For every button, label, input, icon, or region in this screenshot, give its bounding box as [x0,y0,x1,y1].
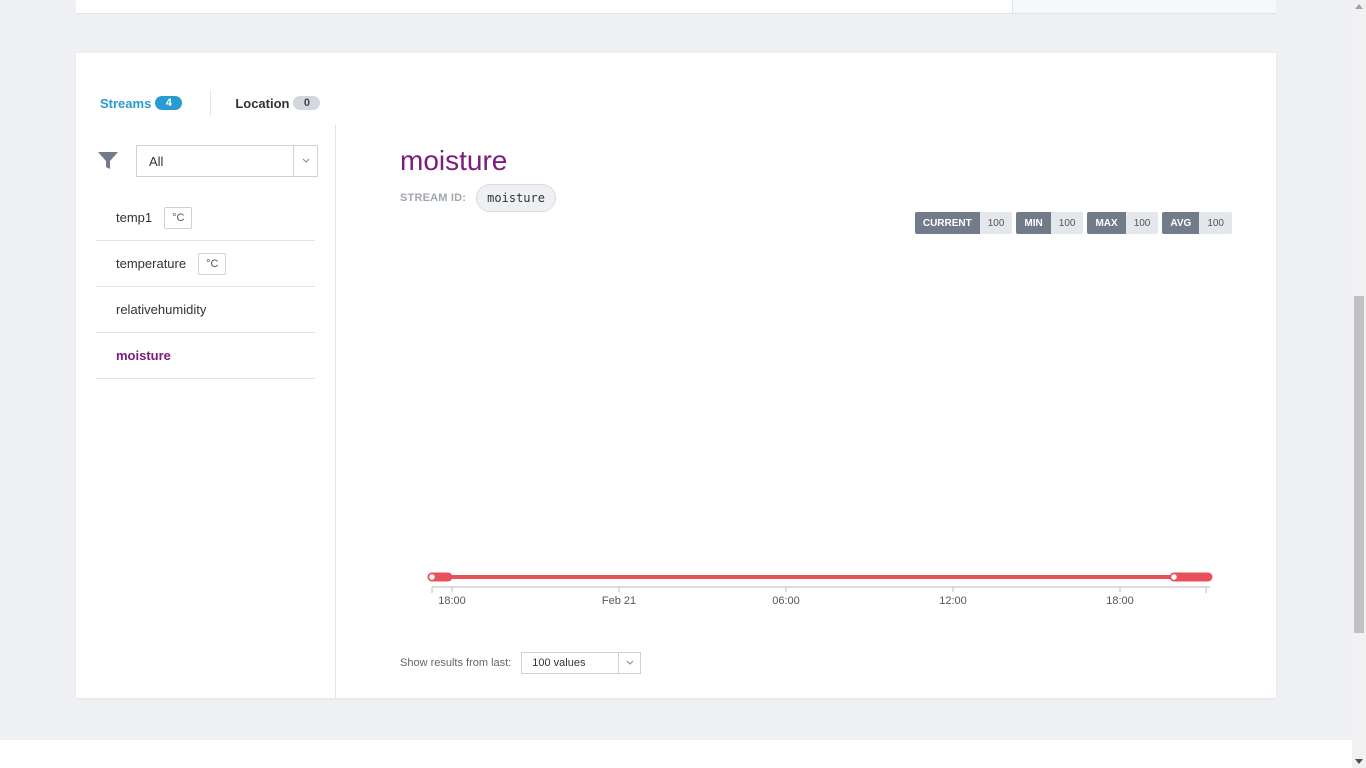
scrollbar-thumb[interactable] [1354,296,1364,633]
stream-item-label: relativehumidity [116,302,207,317]
tab-streams-label: Streams [100,95,152,111]
stream-list: temp1 °C temperature °C relativehumidity… [96,195,315,379]
stream-id-row: STREAM ID: moisture [400,184,556,212]
stream-item-label: temperature [116,256,187,271]
stream-filter-value: All [149,153,164,169]
series-point [1169,572,1179,582]
stat-avg-value: 100 [1199,212,1232,234]
page-scrollbar[interactable] [1352,0,1366,768]
previous-card [76,0,1276,14]
stat-max-value: 100 [1125,212,1159,234]
scroll-down-icon[interactable] [1355,759,1363,764]
tab-streams-count: 4 [155,96,183,110]
stat-avg: AVG 100 [1162,212,1232,234]
x-tick-label: Feb 21 [602,595,636,607]
x-tick-label: 18:00 [438,595,466,607]
stream-detail: moisture STREAM ID: moisture CURRENT 100… [400,125,1232,698]
unit-badge: °C [198,252,227,275]
filter-row: All [96,145,318,177]
stat-current-label: CURRENT [914,212,980,234]
tab-location[interactable]: Location 0 [235,91,321,115]
results-range-value: 100 values [532,657,586,669]
stream-stats: CURRENT 100 MIN 100 MAX 100 AVG 100 [911,212,1232,234]
x-tick-label: 06:00 [772,595,800,607]
filter-icon [96,149,120,173]
series-point [427,572,437,582]
tab-location-count: 0 [293,96,321,110]
results-label: Show results from last: [400,657,512,669]
chevron-down-icon [618,653,640,673]
tab-streams[interactable]: Streams 4 [100,91,183,115]
stat-max: MAX 100 [1087,212,1159,234]
x-tick-label: 12:00 [939,595,967,607]
tab-bar: Streams 4 Location 0 [100,90,321,116]
stream-id-value: moisture [476,184,556,212]
stream-item-label: moisture [116,348,171,363]
results-range-select[interactable]: 100 values [521,652,642,674]
stream-filter-select[interactable]: All [136,145,318,177]
x-tick-label: 18:00 [1106,595,1134,607]
results-row: Show results from last: 100 values [400,652,642,674]
unit-badge: °C [164,206,193,229]
chevron-down-icon [293,146,317,176]
stream-item-temp1[interactable]: temp1 °C [96,195,315,241]
stat-max-label: MAX [1087,212,1126,234]
stream-item-moisture[interactable]: moisture [96,333,315,379]
stream-item-label: temp1 [116,210,153,225]
stream-id-label: STREAM ID: [400,192,467,204]
tab-separator [210,90,212,116]
tab-location-label: Location [235,95,290,111]
stream-title: moisture [400,145,508,176]
stat-current: CURRENT 100 [914,212,1013,234]
stat-min-label: MIN [1016,212,1051,234]
stat-avg-label: AVG [1162,212,1200,234]
stream-item-relativehumidity[interactable]: relativehumidity [96,287,315,333]
card-right-panel [1013,0,1276,13]
stat-current-value: 100 [979,212,1013,234]
scroll-up-icon[interactable] [1355,4,1363,9]
stat-min-value: 100 [1050,212,1084,234]
stat-min: MIN 100 [1016,212,1084,234]
stream-sidebar: All temp1 °C temperature °C relativehumi… [76,125,336,698]
stream-item-temperature[interactable]: temperature °C [96,241,315,287]
stream-chart[interactable]: 18:00 Feb 21 06:00 12:00 18:00 [400,555,1232,615]
next-card [0,740,1352,768]
device-data-card: Streams 4 Location 0 All temp1 °C temper… [76,53,1276,698]
